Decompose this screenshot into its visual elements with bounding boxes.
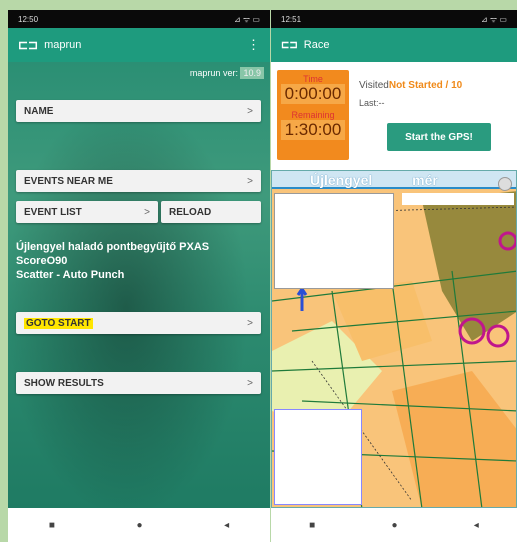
app-title: Race [303, 39, 330, 51]
chevron-right-icon: > [247, 105, 253, 117]
maprun-home-screen: 12:50 ⊿ ᯤ ▭ ⊏⊐ maprun ⋮ maprun ver: 10.9… [8, 10, 270, 542]
app-title: maprun [44, 39, 82, 51]
reload-button[interactable]: RELOAD [161, 201, 261, 223]
maprun-logo-icon: ⊏⊐ [18, 38, 39, 52]
map-settings-icon[interactable] [498, 177, 512, 191]
home-background: maprun ver: 10.9 NAME > EVENTS NEAR ME > E… [8, 62, 270, 508]
status-time: 12:50 [18, 14, 39, 24]
show-results-button[interactable]: SHOW RESULTS > [16, 372, 261, 394]
overflow-menu-icon[interactable]: ⋮ [247, 37, 260, 53]
remaining-label: Remaining [291, 110, 335, 120]
chevron-right-icon: > [247, 175, 253, 187]
app-bar: ⊏⊐ maprun ⋮ [8, 28, 270, 62]
events-near-me-button[interactable]: EVENTS NEAR ME > [16, 170, 261, 192]
version-value: 10.9 [240, 67, 264, 79]
control-descriptions [274, 409, 362, 505]
status-time: 12:51 [281, 14, 302, 24]
last-control: Last:-- [359, 98, 385, 108]
status-bar: 12:50 ⊿ ᯤ ▭ [8, 10, 270, 28]
status-icons: ⊿ ᯤ ▭ [480, 14, 507, 24]
map-notice [402, 193, 514, 205]
map-title: Újlengyel mér [272, 171, 516, 189]
status-bar: 12:51 ⊿ ᯤ ▭ [271, 10, 517, 28]
visited-count: Not Started / 10 [388, 80, 463, 91]
time-label: Time [303, 74, 323, 84]
chevron-right-icon: > [247, 377, 253, 389]
chevron-right-icon: > [247, 317, 253, 329]
orienteering-map[interactable]: Újlengyel mér [271, 170, 517, 508]
event-list-button[interactable]: EVENT LIST > [16, 201, 158, 223]
time-value: 0:00:00 [281, 84, 345, 104]
remaining-value: 1:30:00 [281, 120, 345, 140]
visited-status: VisitedNot Started / 10 [359, 80, 463, 91]
system-nav-bar: ■ ● ◂ [271, 508, 517, 542]
race-screen: 12:51 ⊿ ᯤ ▭ ⊏⊐ Race Time 0:00:00 Remaini… [271, 10, 517, 542]
home-icon[interactable]: ● [391, 520, 397, 531]
recent-apps-icon[interactable]: ■ [309, 520, 315, 531]
name-button[interactable]: NAME > [16, 100, 261, 122]
system-nav-bar: ■ ● ◂ [8, 508, 270, 542]
back-icon[interactable]: ◂ [474, 520, 479, 531]
event-title: Újlengyel haladó pontbegyűjtő PXAS Score… [16, 241, 210, 281]
home-icon[interactable]: ● [136, 520, 142, 531]
app-bar: ⊏⊐ Race [271, 28, 517, 62]
goto-start-button[interactable]: GOTO START > [16, 312, 261, 334]
status-icons: ⊿ ᯤ ▭ [233, 14, 260, 24]
version-label: maprun ver: 10.9 [190, 67, 264, 79]
back-icon[interactable]: ◂ [224, 520, 229, 531]
start-gps-button[interactable]: Start the GPS! [387, 123, 491, 151]
map-legend [274, 193, 394, 289]
maprun-logo-icon: ⊏⊐ [281, 39, 298, 51]
chevron-right-icon: > [144, 206, 150, 218]
recent-apps-icon[interactable]: ■ [49, 520, 55, 531]
timer-panel: Time 0:00:00 Remaining 1:30:00 [277, 70, 349, 160]
